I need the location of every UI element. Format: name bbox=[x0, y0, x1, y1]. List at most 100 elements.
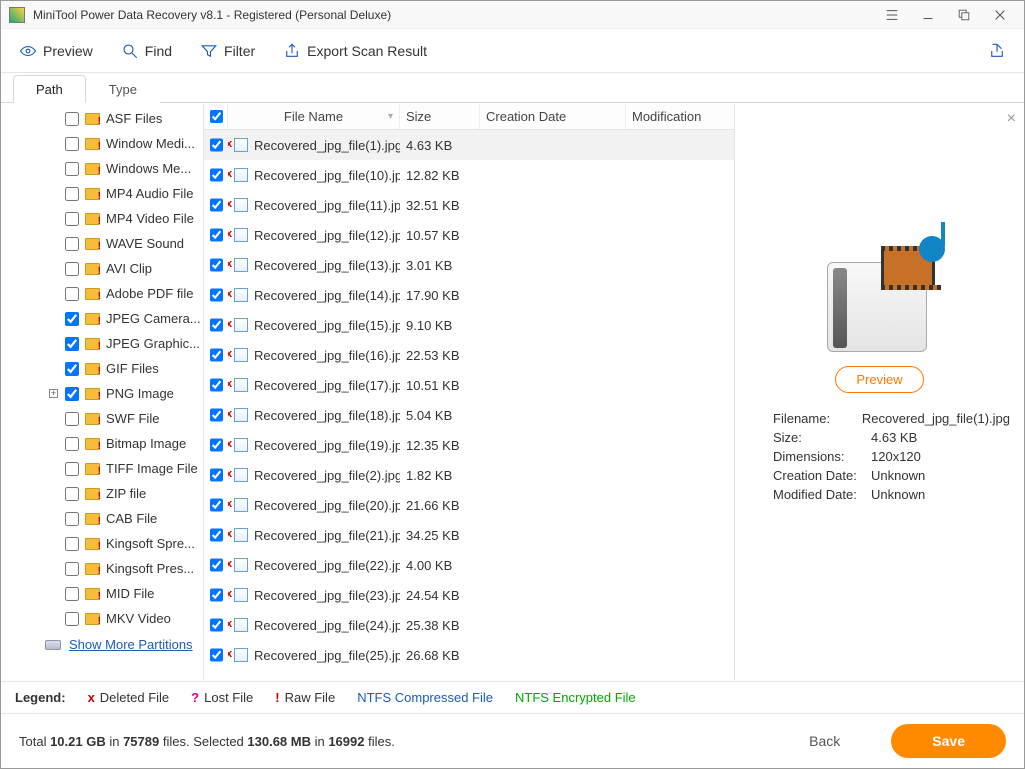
file-checkbox[interactable] bbox=[210, 588, 223, 602]
tree-item[interactable]: Adobe PDF file bbox=[1, 281, 203, 306]
tree-checkbox[interactable] bbox=[65, 487, 79, 501]
file-row[interactable]: Recovered_jpg_file(24).jpg25.38 KB bbox=[204, 610, 734, 640]
file-checkbox[interactable] bbox=[210, 648, 223, 662]
file-row[interactable]: Recovered_jpg_file(12).jpg10.57 KB bbox=[204, 220, 734, 250]
file-row[interactable]: Recovered_jpg_file(14).jpg17.90 KB bbox=[204, 280, 734, 310]
file-row[interactable]: Recovered_jpg_file(22).jpg4.00 KB bbox=[204, 550, 734, 580]
tree-item[interactable]: Kingsoft Spre... bbox=[1, 531, 203, 556]
tree-item[interactable]: +PNG Image bbox=[1, 381, 203, 406]
menu-button[interactable] bbox=[874, 1, 910, 29]
tree-item[interactable]: Kingsoft Pres... bbox=[1, 556, 203, 581]
file-checkbox[interactable] bbox=[210, 228, 223, 242]
tree-checkbox[interactable] bbox=[65, 512, 79, 526]
file-checkbox[interactable] bbox=[210, 378, 223, 392]
column-size[interactable]: Size bbox=[400, 104, 480, 129]
file-checkbox[interactable] bbox=[210, 558, 223, 572]
tree-item[interactable]: CAB File bbox=[1, 506, 203, 531]
file-row[interactable]: Recovered_jpg_file(2).jpg1.82 KB bbox=[204, 460, 734, 490]
file-row[interactable]: Recovered_jpg_file(15).jpg9.10 KB bbox=[204, 310, 734, 340]
back-button[interactable]: Back bbox=[768, 724, 881, 758]
tree-item[interactable]: TIFF Image File bbox=[1, 456, 203, 481]
sidebar-tree[interactable]: ASF FilesWindow Medi...Windows Me...MP4 … bbox=[1, 104, 204, 680]
file-row[interactable]: Recovered_jpg_file(1).jpg4.63 KB bbox=[204, 130, 734, 160]
tree-item[interactable]: ZIP file bbox=[1, 481, 203, 506]
file-checkbox[interactable] bbox=[210, 498, 223, 512]
save-button[interactable]: Save bbox=[891, 724, 1006, 758]
file-checkbox[interactable] bbox=[210, 258, 223, 272]
tree-checkbox[interactable] bbox=[65, 437, 79, 451]
tree-item[interactable]: MP4 Audio File bbox=[1, 181, 203, 206]
file-row[interactable]: Recovered_jpg_file(18).jpg5.04 KB bbox=[204, 400, 734, 430]
show-more-link[interactable]: Show More Partitions bbox=[69, 637, 193, 652]
file-checkbox[interactable] bbox=[210, 528, 223, 542]
tree-checkbox[interactable] bbox=[65, 537, 79, 551]
tree-checkbox[interactable] bbox=[65, 337, 79, 351]
file-row[interactable]: Recovered_jpg_file(19).jpg12.35 KB bbox=[204, 430, 734, 460]
tree-checkbox[interactable] bbox=[65, 112, 79, 126]
tree-checkbox[interactable] bbox=[65, 312, 79, 326]
tree-item[interactable]: WAVE Sound bbox=[1, 231, 203, 256]
tree-checkbox[interactable] bbox=[65, 262, 79, 276]
minimize-button[interactable] bbox=[910, 1, 946, 29]
share-toolbar-button[interactable] bbox=[988, 42, 1006, 60]
tree-item[interactable]: JPEG Graphic... bbox=[1, 331, 203, 356]
close-button[interactable] bbox=[982, 1, 1018, 29]
file-row[interactable]: Recovered_jpg_file(11).jpg32.51 KB bbox=[204, 190, 734, 220]
file-checkbox[interactable] bbox=[210, 288, 223, 302]
file-checkbox[interactable] bbox=[210, 138, 223, 152]
tab-type[interactable]: Type bbox=[86, 75, 160, 103]
file-row[interactable]: Recovered_jpg_file(25).jpg26.68 KB bbox=[204, 640, 734, 670]
tree-item[interactable]: SWF File bbox=[1, 406, 203, 431]
file-row[interactable]: Recovered_jpg_file(17).jpg10.51 KB bbox=[204, 370, 734, 400]
tree-item[interactable]: ASF Files bbox=[1, 106, 203, 131]
file-row[interactable]: Recovered_jpg_file(16).jpg22.53 KB bbox=[204, 340, 734, 370]
tree-item[interactable]: Window Medi... bbox=[1, 131, 203, 156]
expand-icon[interactable]: + bbox=[49, 389, 58, 398]
file-checkbox[interactable] bbox=[210, 468, 223, 482]
close-preview-icon[interactable]: × bbox=[1007, 110, 1016, 128]
tree-checkbox[interactable] bbox=[65, 587, 79, 601]
tree-checkbox[interactable] bbox=[65, 562, 79, 576]
file-row[interactable]: Recovered_jpg_file(23).jpg24.54 KB bbox=[204, 580, 734, 610]
tree-item[interactable]: JPEG Camera... bbox=[1, 306, 203, 331]
tree-checkbox[interactable] bbox=[65, 412, 79, 426]
file-row[interactable]: Recovered_jpg_file(13).jpg3.01 KB bbox=[204, 250, 734, 280]
preview-toolbar-button[interactable]: Preview bbox=[19, 42, 93, 60]
select-all-checkbox[interactable] bbox=[204, 104, 228, 129]
file-checkbox[interactable] bbox=[210, 408, 223, 422]
column-creation-date[interactable]: Creation Date bbox=[480, 104, 626, 129]
file-row[interactable]: Recovered_jpg_file(21).jpg34.25 KB bbox=[204, 520, 734, 550]
file-row[interactable]: Recovered_jpg_file(20).jpg21.66 KB bbox=[204, 490, 734, 520]
tree-checkbox[interactable] bbox=[65, 612, 79, 626]
preview-button[interactable]: Preview bbox=[835, 366, 923, 393]
column-filename[interactable]: File Name▾ bbox=[228, 104, 400, 129]
tree-checkbox[interactable] bbox=[65, 387, 79, 401]
tree-item[interactable]: Windows Me... bbox=[1, 156, 203, 181]
maximize-button[interactable] bbox=[946, 1, 982, 29]
tree-item[interactable]: MKV Video bbox=[1, 606, 203, 631]
tree-checkbox[interactable] bbox=[65, 137, 79, 151]
show-more-partitions[interactable]: Show More Partitions bbox=[1, 631, 203, 658]
column-modification[interactable]: Modification bbox=[626, 104, 734, 129]
tree-item[interactable]: AVI Clip bbox=[1, 256, 203, 281]
tree-item[interactable]: MP4 Video File bbox=[1, 206, 203, 231]
tree-item[interactable]: Bitmap Image bbox=[1, 431, 203, 456]
file-checkbox[interactable] bbox=[210, 348, 223, 362]
file-rows[interactable]: Recovered_jpg_file(1).jpg4.63 KBRecovere… bbox=[204, 130, 734, 680]
tab-path[interactable]: Path bbox=[13, 75, 86, 103]
tree-checkbox[interactable] bbox=[65, 212, 79, 226]
file-checkbox[interactable] bbox=[210, 168, 223, 182]
tree-item[interactable]: GIF Files bbox=[1, 356, 203, 381]
tree-checkbox[interactable] bbox=[65, 362, 79, 376]
file-checkbox[interactable] bbox=[210, 618, 223, 632]
tree-item[interactable]: MID File bbox=[1, 581, 203, 606]
tree-checkbox[interactable] bbox=[65, 162, 79, 176]
file-checkbox[interactable] bbox=[210, 438, 223, 452]
file-checkbox[interactable] bbox=[210, 198, 223, 212]
tree-checkbox[interactable] bbox=[65, 187, 79, 201]
export-toolbar-button[interactable]: Export Scan Result bbox=[283, 42, 427, 60]
file-row[interactable]: Recovered_jpg_file(10).jpg12.82 KB bbox=[204, 160, 734, 190]
tree-checkbox[interactable] bbox=[65, 237, 79, 251]
filter-toolbar-button[interactable]: Filter bbox=[200, 42, 255, 60]
tree-checkbox[interactable] bbox=[65, 287, 79, 301]
